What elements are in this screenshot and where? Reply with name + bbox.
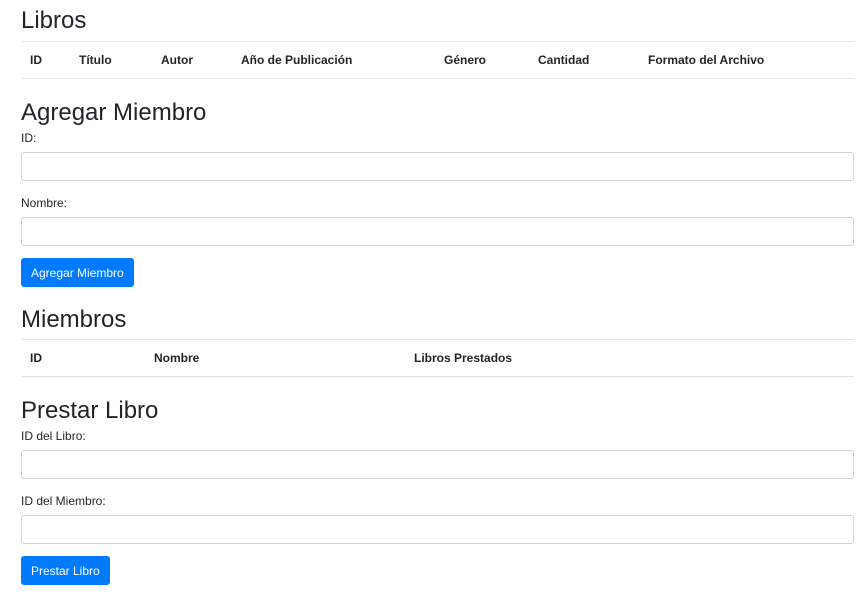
member-id-label: ID: — [21, 131, 37, 145]
member-id-input[interactable] — [21, 152, 854, 181]
books-header-row: ID Título Autor Año de Publicación Géner… — [21, 41, 854, 79]
add-member-heading: Agregar Miembro — [21, 99, 207, 126]
add-member-button[interactable]: Agregar Miembro — [21, 258, 134, 287]
member-name-label: Nombre: — [21, 196, 68, 210]
books-table: ID Título Autor Año de Publicación Géner… — [21, 41, 854, 79]
books-col-quantity: Cantidad — [529, 41, 639, 79]
lend-member-id-label: ID del Miembro: — [21, 494, 106, 508]
books-col-title: Título — [70, 41, 152, 79]
add-member-section: Agregar Miembro ID: Nombre: Agregar Miem… — [21, 99, 854, 287]
page-container: Libros ID Título Autor Año de Publicació… — [21, 0, 854, 585]
members-col-borrowed: Libros Prestados — [405, 339, 854, 377]
book-id-label: ID del Libro: — [21, 429, 86, 443]
books-col-genre: Género — [435, 41, 529, 79]
members-col-name: Nombre — [145, 339, 405, 377]
members-section: Miembros ID Nombre Libros Prestados — [21, 306, 854, 377]
members-table: ID Nombre Libros Prestados — [21, 339, 854, 377]
lend-book-section: Prestar Libro ID del Libro: ID del Miemb… — [21, 397, 854, 585]
book-id-input[interactable] — [21, 450, 854, 479]
books-heading: Libros — [21, 7, 87, 34]
books-section: Libros ID Título Autor Año de Publicació… — [21, 7, 854, 79]
books-col-author: Autor — [152, 41, 232, 79]
lend-member-id-input[interactable] — [21, 515, 854, 544]
books-col-year: Año de Publicación — [232, 41, 435, 79]
members-header-row: ID Nombre Libros Prestados — [21, 339, 854, 377]
books-col-id: ID — [21, 41, 70, 79]
members-heading: Miembros — [21, 306, 127, 333]
lend-book-heading: Prestar Libro — [21, 397, 159, 424]
member-name-input[interactable] — [21, 217, 854, 246]
members-col-id: ID — [21, 339, 145, 377]
books-col-format: Formato del Archivo — [639, 41, 854, 79]
lend-book-button[interactable]: Prestar Libro — [21, 556, 110, 585]
